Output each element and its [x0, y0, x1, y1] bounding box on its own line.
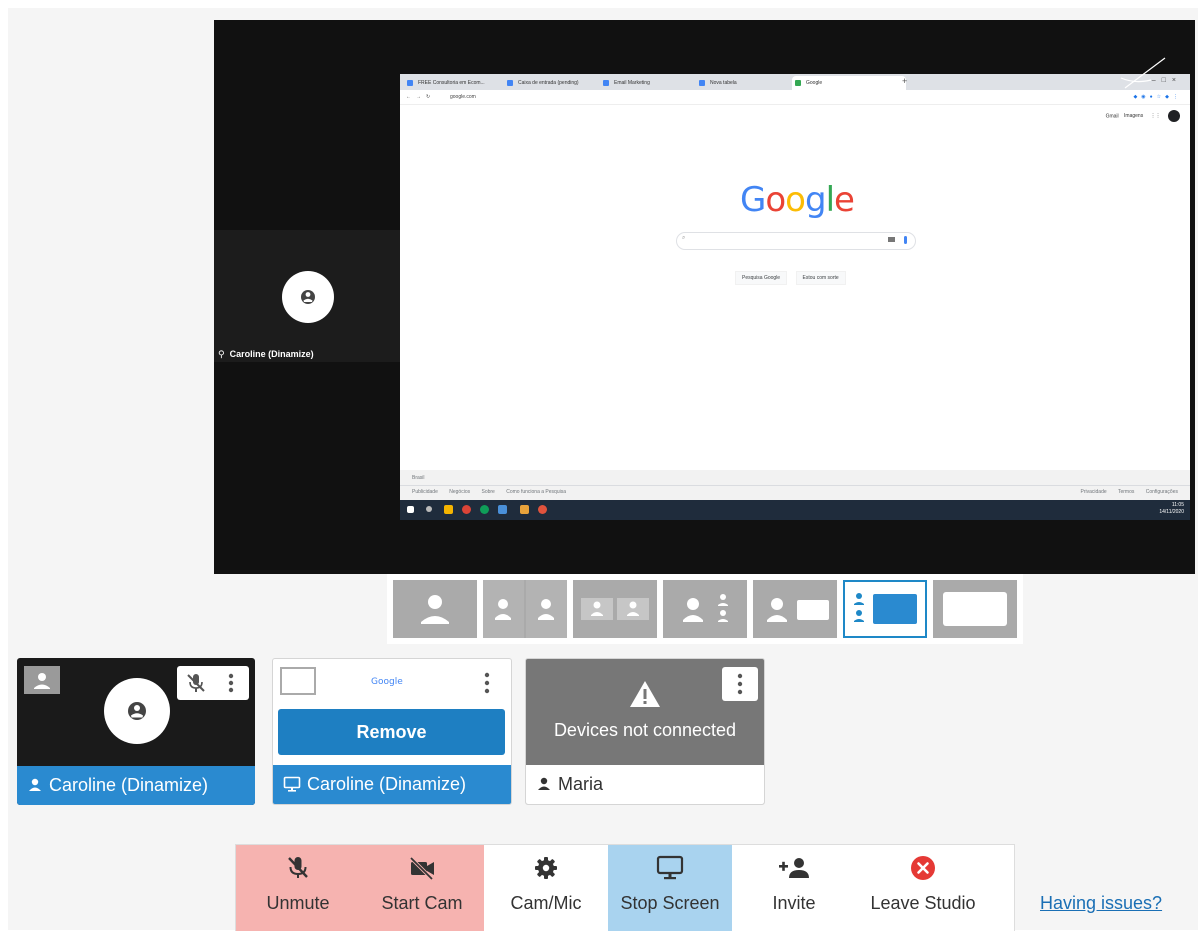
- stage-camera-feed: ⚲ Caroline (Dinamize): [214, 230, 400, 362]
- os-taskbar: 11:05 14/11/2020: [400, 500, 1190, 520]
- two-boxed-people-icon: [581, 598, 649, 620]
- browser-tab: Nova tabela: [696, 76, 802, 90]
- windows-start-icon: [407, 506, 414, 513]
- participant-tile[interactable]: Caroline (Dinamize): [17, 658, 255, 805]
- invite-button[interactable]: Invite: [732, 845, 856, 931]
- mic-muted-icon: ⚲: [218, 349, 225, 359]
- leave-studio-button[interactable]: Leave Studio: [856, 845, 990, 931]
- monitor-icon: [283, 776, 301, 792]
- voice-search-icon: [904, 236, 907, 244]
- apps-grid-icon: ⋮⋮: [1150, 113, 1161, 120]
- group-people-icon: [683, 594, 728, 622]
- app-icon: [520, 505, 529, 514]
- people-sidebar-screen-icon: [854, 593, 917, 624]
- device-status-message: Devices not connected: [553, 720, 737, 740]
- add-to-stage-button[interactable]: [24, 666, 60, 694]
- taskbar-clock: 11:05 14/11/2020: [1159, 502, 1184, 515]
- browser-url: google.com: [450, 94, 476, 100]
- stop-screen-button[interactable]: Stop Screen: [608, 845, 732, 931]
- google-search-buttons: Pesquisa Google Estou com sorte: [733, 266, 848, 285]
- app-icon: [498, 505, 507, 514]
- person-with-screen-icon: [767, 598, 829, 622]
- more-options-icon[interactable]: [736, 672, 744, 696]
- add-user-icon: [779, 858, 809, 878]
- avatar: [104, 678, 170, 744]
- account-avatar: [1168, 110, 1180, 122]
- unmute-button[interactable]: Unmute: [236, 845, 360, 931]
- cam-mic-settings-button[interactable]: Cam/Mic: [484, 845, 608, 931]
- search-icon: [426, 506, 432, 512]
- search-icon: ⌕: [682, 235, 686, 241]
- layout-person-screen-button[interactable]: [753, 580, 837, 638]
- start-cam-button[interactable]: Start Cam: [360, 845, 484, 931]
- layout-boxed-button[interactable]: [573, 580, 657, 638]
- user-circle-icon: [128, 702, 146, 720]
- browser-tab-active: Google: [792, 76, 906, 90]
- two-people-icon: [483, 580, 567, 638]
- cursor-scribble-icon: [1120, 57, 1166, 89]
- google-footer: Brasil Publicidade Negócios Sobre Como f…: [400, 470, 1190, 500]
- firefox-icon: [538, 505, 547, 514]
- keyboard-icon: [888, 237, 895, 242]
- person-icon: [538, 777, 550, 790]
- participant-tile[interactable]: Devices not connected Maria: [525, 658, 765, 805]
- participant-name: Caroline (Dinamize): [17, 766, 255, 805]
- new-tab-icon: +: [902, 76, 908, 86]
- participant-name: Caroline (Dinamize): [273, 765, 511, 804]
- layout-selector: [387, 574, 1023, 644]
- google-logo: Google: [740, 180, 855, 220]
- folder-icon: [444, 505, 453, 514]
- single-person-icon: [421, 595, 449, 624]
- screen-only-icon: [943, 592, 1007, 626]
- person-icon: [29, 778, 41, 791]
- avatar: [282, 271, 334, 323]
- screen-share-tile[interactable]: Google Remove Caroline (Dinamize): [272, 658, 512, 805]
- layout-group-button[interactable]: [663, 580, 747, 638]
- browser-tab: Caixa de entrada (pending): [504, 76, 610, 90]
- browser-tab: Email Marketing: [600, 76, 706, 90]
- tile-controls: [722, 667, 758, 701]
- browser-tab-strip: FREE Consultoria em Ecom... Caixa de ent…: [400, 74, 1190, 90]
- mic-muted-icon: [288, 857, 308, 878]
- screen-on-stage-indicator[interactable]: [280, 667, 316, 695]
- app-icon: [480, 505, 489, 514]
- layout-screen-only-button[interactable]: [933, 580, 1017, 638]
- gear-icon: [535, 857, 557, 879]
- google-search-box: ⌕: [676, 232, 916, 250]
- mic-muted-icon[interactable]: [185, 672, 207, 694]
- screen-preview-thumbnail: Google: [371, 677, 403, 687]
- browser-nav-icons: ←→↻: [406, 94, 436, 100]
- monitor-icon: [656, 855, 684, 880]
- browser-tab: FREE Consultoria em Ecom...: [404, 76, 514, 90]
- having-issues-link[interactable]: Having issues?: [1040, 893, 1162, 914]
- tile-controls: [177, 666, 249, 700]
- stage-camera-label: ⚲ Caroline (Dinamize): [218, 349, 314, 359]
- browser-address-bar: ←→↻ google.com ◆◉●☆◆⋮: [400, 90, 1190, 105]
- warning-icon: [630, 681, 660, 707]
- studio-control-bar: Unmute Start Cam Cam/Mic Stop Screen Inv…: [235, 844, 1015, 931]
- layout-solo-button[interactable]: [393, 580, 477, 638]
- chrome-icon: [462, 505, 471, 514]
- shared-screen: FREE Consultoria em Ecom... Caixa de ent…: [400, 74, 1190, 520]
- layout-screen-sidebar-button[interactable]: [843, 580, 927, 638]
- person-icon: [34, 673, 50, 689]
- layout-split-button[interactable]: [483, 580, 567, 638]
- more-options-icon[interactable]: [227, 672, 235, 694]
- google-top-links: Gmail Imagens ⋮⋮: [1106, 110, 1180, 122]
- participant-name: Maria: [526, 765, 764, 804]
- user-circle-icon: [301, 290, 315, 304]
- more-options-icon[interactable]: [483, 671, 491, 695]
- stage-preview: ⚲ Caroline (Dinamize) FREE Consultoria em…: [214, 20, 1195, 574]
- close-circle-icon: [911, 856, 935, 880]
- remove-from-stage-button[interactable]: Remove: [278, 709, 505, 755]
- camera-off-icon: [409, 856, 434, 881]
